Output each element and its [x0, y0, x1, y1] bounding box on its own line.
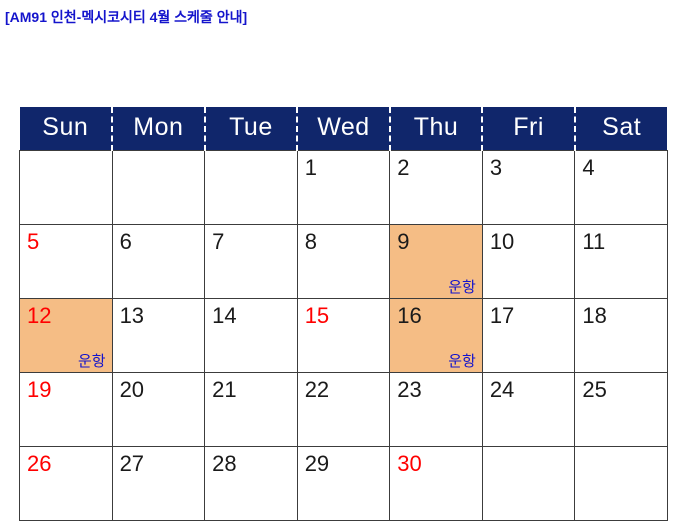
calendar-day-cell[interactable]: 27: [111, 446, 206, 521]
day-number: 16: [397, 303, 422, 328]
day-number: 8: [304, 229, 317, 254]
weekday-header-tue: Tue: [204, 107, 299, 151]
day-number: 6: [119, 229, 132, 254]
calendar-day-cell[interactable]: 28: [204, 446, 298, 521]
calendar-day-cell[interactable]: 8: [296, 224, 391, 299]
weekday-header-fri: Fri: [482, 107, 576, 151]
calendar-day-cell[interactable]: 14: [204, 298, 298, 373]
day-number: 11: [582, 229, 606, 254]
calendar-day-cell[interactable]: 18: [574, 298, 668, 373]
calendar-day-cell[interactable]: 19: [19, 372, 113, 447]
calendar-day-cell[interactable]: 1: [296, 150, 391, 225]
calendar-week-row: 1 2 3 4: [19, 150, 668, 225]
day-number: 29: [304, 451, 330, 476]
calendar-day-cell[interactable]: 5: [19, 224, 113, 299]
calendar-day-cell[interactable]: 11: [574, 224, 668, 299]
calendar-day-cell[interactable]: 15: [296, 298, 391, 373]
calendar-header-row: Sun Mon Tue Wed Thu Fri Sat: [19, 107, 668, 151]
day-number: 22: [304, 377, 330, 402]
weekday-header-mon: Mon: [112, 107, 206, 151]
calendar-day-cell[interactable]: 7: [204, 224, 298, 299]
weekday-header-sat: Sat: [574, 107, 668, 151]
day-number: 3: [489, 155, 503, 180]
calendar-day-cell[interactable]: 22: [296, 372, 391, 447]
calendar-day-cell[interactable]: 9 운항: [389, 224, 483, 299]
day-number: 19: [27, 377, 52, 402]
calendar-day-cell[interactable]: 13: [111, 298, 206, 373]
day-number: 1: [304, 155, 317, 180]
day-number: 7: [212, 229, 225, 254]
page-title: [AM91 인천-멕시코시티 4월 스케줄 안내]: [5, 9, 248, 25]
weekday-header-sun: Sun: [19, 107, 114, 151]
day-number: 13: [119, 303, 145, 328]
calendar-day-cell[interactable]: 3: [481, 150, 576, 225]
day-number: 27: [119, 451, 145, 476]
calendar-empty-cell: [204, 150, 298, 225]
calendar-body: 1 2 3 4 5 6 7 8 9 운항 10 11 12 운항 13 14 15 16 운항 17 18 19 20 21 2…: [19, 150, 668, 521]
calendar-day-cell[interactable]: 25: [574, 372, 668, 447]
day-number: 28: [212, 451, 237, 476]
day-number: 9: [397, 229, 410, 254]
calendar-day-cell[interactable]: 17: [481, 298, 576, 373]
day-number: 17: [489, 303, 515, 328]
day-number: [483, 447, 575, 453]
day-number: [575, 447, 667, 453]
calendar-week-row: 26 27 28 29 30: [19, 446, 668, 521]
day-number: 2: [397, 155, 410, 180]
weekday-header-wed: Wed: [297, 107, 391, 151]
flight-note-label: 운항: [448, 353, 476, 370]
day-number: 5: [27, 229, 40, 254]
calendar-day-cell[interactable]: 2: [389, 150, 483, 225]
calendar-day-cell[interactable]: 10: [481, 224, 576, 299]
day-number: 18: [582, 303, 607, 328]
calendar-day-cell[interactable]: 4: [574, 150, 668, 225]
day-number: 20: [119, 377, 145, 402]
day-number: 23: [397, 377, 422, 402]
flight-note-label: 운항: [77, 353, 106, 370]
calendar-empty-cell: [481, 446, 576, 521]
calendar-table: Sun Mon Tue Wed Thu Fri Sat 1 2 3 4 5 6 7 8 9 운항 10 11 12 운…: [19, 107, 668, 521]
calendar-week-row: 19 20 21 22 23 24 25: [19, 372, 668, 447]
calendar-day-cell[interactable]: 12 운항: [19, 298, 113, 373]
calendar-week-row: 12 운항 13 14 15 16 운항 17 18: [19, 298, 668, 373]
day-number: 24: [489, 377, 515, 402]
day-number: 4: [582, 155, 595, 180]
day-number: [20, 151, 112, 157]
day-number: 30: [397, 451, 422, 476]
day-number: 12: [27, 303, 52, 328]
calendar-week-row: 5 6 7 8 9 운항 10 11: [19, 224, 668, 299]
calendar-day-cell[interactable]: 23: [389, 372, 483, 447]
calendar-day-cell[interactable]: 30: [389, 446, 483, 521]
calendar-empty-cell: [19, 150, 113, 225]
flight-note-label: 운항: [448, 279, 476, 296]
day-number: [113, 151, 205, 157]
day-number: [205, 151, 297, 157]
day-number: 26: [27, 451, 52, 476]
day-number: 25: [582, 377, 607, 402]
calendar-day-cell[interactable]: 29: [296, 446, 391, 521]
calendar-empty-cell: [574, 446, 668, 521]
day-number: 10: [489, 229, 515, 254]
calendar-day-cell[interactable]: 24: [481, 372, 576, 447]
calendar-empty-cell: [111, 150, 206, 225]
calendar-day-cell[interactable]: 6: [111, 224, 206, 299]
calendar-container: Sun Mon Tue Wed Thu Fri Sat 1 2 3 4 5 6 7 8 9 운항 10 11 12 운…: [19, 107, 668, 521]
calendar-day-cell[interactable]: 16 운항: [389, 298, 483, 373]
calendar-day-cell[interactable]: 21: [204, 372, 298, 447]
day-number: 14: [212, 303, 237, 328]
calendar-day-cell[interactable]: 26: [19, 446, 113, 521]
calendar-day-cell[interactable]: 20: [111, 372, 206, 447]
day-number: 21: [212, 377, 237, 402]
weekday-header-thu: Thu: [389, 107, 484, 151]
day-number: 15: [304, 303, 330, 328]
